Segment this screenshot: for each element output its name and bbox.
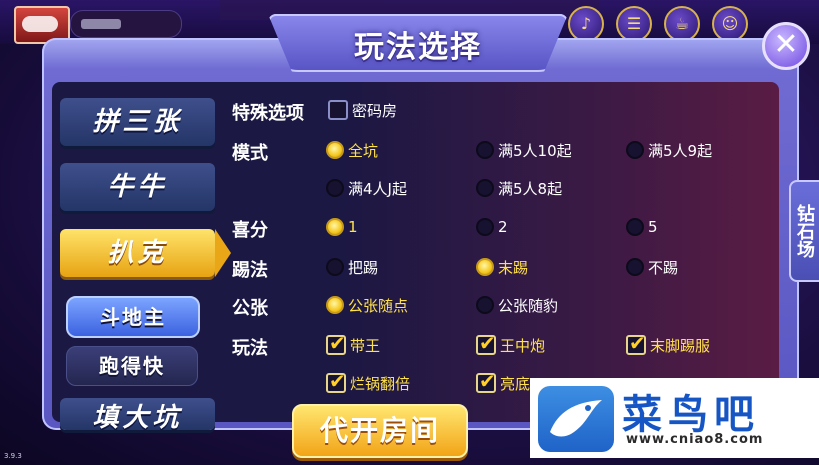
checkbox[interactable] <box>326 369 346 393</box>
radio-button[interactable] <box>326 179 344 197</box>
radio-button[interactable] <box>626 258 644 276</box>
sidebar-item-tian-da-keng[interactable]: 填大坑 <box>60 398 215 430</box>
option-text: 不踢 <box>648 258 679 277</box>
coffee-cup-icon[interactable]: ☕ <box>664 6 700 42</box>
label-public-card: 公张 <box>232 298 268 319</box>
option-mode-5p8[interactable]: 满5人8起 <box>476 177 562 199</box>
option-play-dai-wang[interactable]: 带王 <box>326 331 381 356</box>
checkbox[interactable] <box>476 331 496 355</box>
radio-button[interactable] <box>476 218 494 236</box>
radio-button[interactable] <box>476 296 494 314</box>
radio-button[interactable] <box>326 141 344 159</box>
option-text: 末踢 <box>498 258 529 277</box>
option-text: 满5人8起 <box>498 179 563 198</box>
radio-button[interactable] <box>626 218 644 236</box>
label-special: 特殊选项 <box>232 103 304 124</box>
option-xifen-2[interactable]: 2 <box>476 216 508 238</box>
option-mode-4pJ[interactable]: 满4人J起 <box>326 177 407 199</box>
customer-service-icon[interactable]: ☺ <box>712 6 748 42</box>
label-xifen: 喜分 <box>232 220 268 241</box>
diamond-room-tab[interactable]: 钻石场 <box>789 180 819 282</box>
option-text: 5 <box>648 218 658 236</box>
option-password-room[interactable]: 密码房 <box>328 99 397 121</box>
sidebar-item-niu-niu[interactable]: 牛牛 <box>60 163 215 211</box>
option-mode-quan-keng[interactable]: 全坑 <box>326 139 378 161</box>
option-kick-mo[interactable]: 末踢 <box>476 256 528 278</box>
bird-logo-icon <box>538 386 614 452</box>
version-label: 3.9.3 <box>4 452 22 460</box>
option-kick-ba[interactable]: 把踢 <box>326 256 378 278</box>
label-play: 玩法 <box>232 338 268 359</box>
option-play-lan-guo[interactable]: 烂锅翻倍 <box>326 369 411 394</box>
radio-button[interactable] <box>476 141 494 159</box>
option-public-dian[interactable]: 公张随点 <box>326 294 408 316</box>
radio-button[interactable] <box>626 141 644 159</box>
option-text: 密码房 <box>352 101 398 120</box>
option-text: 亮底 <box>500 374 531 393</box>
option-play-wang-zhong-pao[interactable]: 王中炮 <box>476 331 546 356</box>
option-text: 带王 <box>350 336 381 355</box>
sidebar-item-pin-san-zhang[interactable]: 拼三张 <box>60 98 215 146</box>
radio-button[interactable] <box>476 179 494 197</box>
dialog-title: 玩法选择 <box>354 30 482 65</box>
checkbox[interactable] <box>476 369 496 393</box>
option-text: 公张随豹 <box>498 296 559 315</box>
sidebar-sub-item-pao-de-kuai[interactable]: 跑得快 <box>66 346 198 386</box>
option-text: 烂锅翻倍 <box>350 374 411 393</box>
checkbox[interactable] <box>328 100 348 120</box>
checkbox[interactable] <box>326 331 346 355</box>
watermark-url: www.cniao8.com <box>626 432 764 447</box>
option-xifen-5[interactable]: 5 <box>626 216 658 238</box>
option-text: 满5人9起 <box>648 141 713 160</box>
option-text: 2 <box>498 218 508 236</box>
option-text: 全坑 <box>348 141 379 160</box>
option-text: 满5人10起 <box>498 141 572 160</box>
label-mode: 模式 <box>232 143 268 164</box>
menu-icon[interactable]: ☰ <box>616 6 652 42</box>
option-text: 末脚踢服 <box>650 336 711 355</box>
microphone-icon[interactable]: ♪ <box>568 6 604 42</box>
option-text: 1 <box>348 218 358 236</box>
sidebar-item-ba-ke[interactable]: 扒克 <box>60 229 231 277</box>
option-text: 公张随点 <box>348 296 409 315</box>
radio-button[interactable] <box>326 258 344 276</box>
player-name-pill <box>70 10 182 38</box>
option-play-mo-jiao[interactable]: 末脚踢服 <box>626 331 711 356</box>
label-kick: 踢法 <box>232 260 268 281</box>
avatar-mark <box>22 16 58 32</box>
radio-button[interactable] <box>326 296 344 314</box>
option-text: 满4人J起 <box>348 179 407 198</box>
open-room-for-others-button[interactable]: 代开房间 <box>292 404 468 458</box>
option-xifen-1[interactable]: 1 <box>326 216 358 238</box>
option-mode-5p9[interactable]: 满5人9起 <box>626 139 712 161</box>
option-public-bao[interactable]: 公张随豹 <box>476 294 558 316</box>
option-text: 把踢 <box>348 258 379 277</box>
option-mode-5p10[interactable]: 满5人10起 <box>476 139 572 161</box>
option-play-liang-di[interactable]: 亮底 <box>476 369 531 394</box>
option-text: 王中炮 <box>500 336 546 355</box>
option-kick-none[interactable]: 不踢 <box>626 256 678 278</box>
close-icon[interactable]: ✕ <box>762 22 810 70</box>
player-name-blurred <box>81 19 121 29</box>
radio-button[interactable] <box>326 218 344 236</box>
sidebar-sub-item-dou-di-zhu[interactable]: 斗地主 <box>66 296 200 338</box>
checkbox[interactable] <box>626 331 646 355</box>
watermark: 菜鸟吧 www.cniao8.com <box>530 378 819 458</box>
radio-button[interactable] <box>476 258 494 276</box>
